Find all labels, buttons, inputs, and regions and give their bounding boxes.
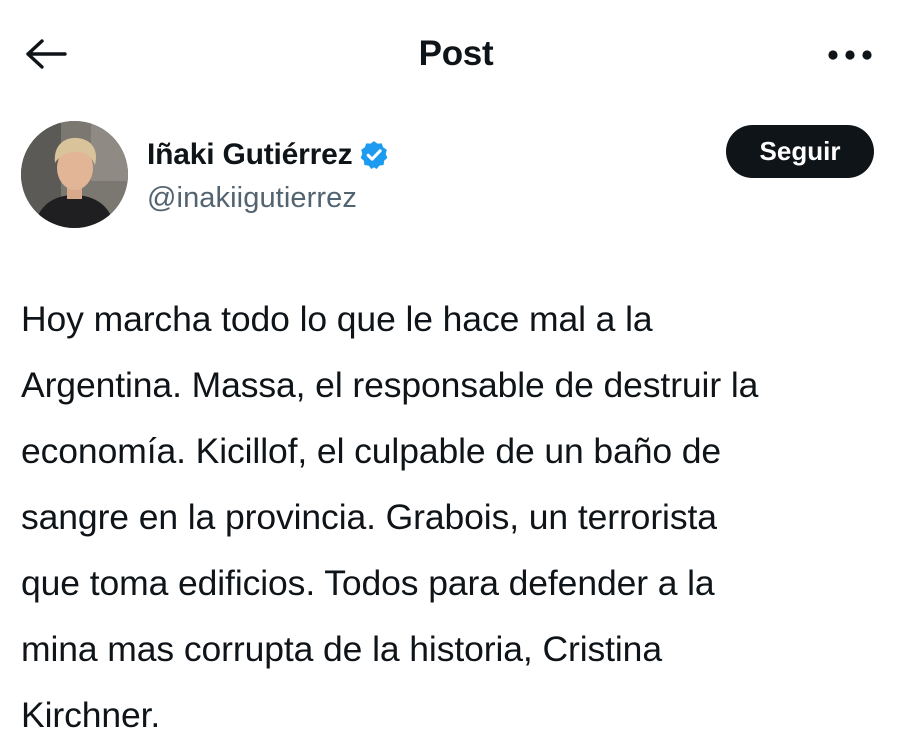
author-handle[interactable]: @inakiigutierrez bbox=[147, 182, 357, 215]
page-title: Post bbox=[418, 34, 494, 73]
post-text-line: economía. Kicillof, el culpable de un ba… bbox=[21, 431, 722, 471]
post-text-line: sangre en la provincia. Grabois, un terr… bbox=[21, 497, 717, 537]
top-bar: Post bbox=[0, 0, 912, 110]
author-name-row: Iñaki Gutiérrez bbox=[147, 138, 390, 172]
post-text: Hoy marcha todo lo que le hace mal a la … bbox=[21, 286, 891, 748]
more-options-button[interactable] bbox=[824, 40, 876, 74]
post-text-line: que toma edificios. Todos para defender … bbox=[21, 563, 715, 603]
post-text-line: Hoy marcha todo lo que le hace mal a la bbox=[21, 299, 653, 339]
post-text-line: Kirchner. bbox=[21, 695, 161, 735]
avatar[interactable] bbox=[21, 121, 128, 228]
verified-badge-icon[interactable] bbox=[358, 139, 390, 171]
follow-button[interactable]: Seguir bbox=[726, 125, 874, 178]
post-text-line: Argentina. Massa, el responsable de dest… bbox=[21, 365, 759, 405]
more-horizontal-icon bbox=[827, 48, 873, 67]
post-author: Iñaki Gutiérrez @inakiigutierrez Seguir bbox=[0, 118, 912, 238]
post-text-line: mina mas corrupta de la historia, Cristi… bbox=[21, 629, 662, 669]
author-display-name[interactable]: Iñaki Gutiérrez bbox=[147, 138, 353, 172]
